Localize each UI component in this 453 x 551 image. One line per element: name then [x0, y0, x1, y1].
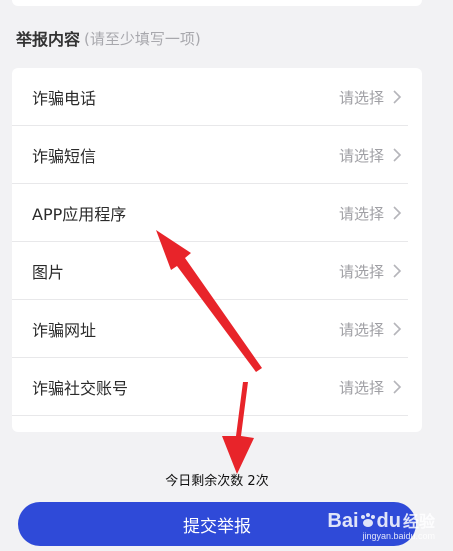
list-item-image[interactable]: 图片 请选择	[12, 242, 422, 300]
list-item-scam-phone[interactable]: 诈骗电话 请选择	[12, 68, 422, 126]
row-select-value: 请选择	[338, 320, 384, 339]
row-label: APP应用程序	[32, 205, 127, 224]
chevron-right-icon	[393, 380, 402, 394]
watermark-brand-mark: du	[376, 510, 401, 532]
section-hint: (请至少填写一项)	[84, 29, 201, 48]
watermark-brand: Bai	[327, 510, 359, 532]
paw-icon	[360, 513, 375, 527]
row-label: 诈骗短信	[32, 147, 97, 166]
previous-card	[12, 0, 422, 6]
section-title: 举报内容	[16, 30, 81, 49]
row-label: 诈骗社交账号	[32, 379, 129, 398]
chevron-right-icon	[393, 206, 402, 220]
chevron-right-icon	[393, 148, 402, 162]
list-item-social-account[interactable]: 诈骗社交账号 请选择	[12, 358, 422, 416]
report-content-header: 举报内容 (请至少填写一项)	[16, 26, 201, 50]
list-item-scam-sms[interactable]: 诈骗短信 请选择	[12, 126, 422, 184]
row-select-value: 请选择	[338, 88, 384, 107]
chevron-right-icon	[393, 322, 402, 336]
chevron-right-icon	[393, 264, 402, 278]
row-select-value: 请选择	[338, 378, 384, 397]
list-item-scam-url[interactable]: 诈骗网址 请选择	[12, 300, 422, 358]
report-item-list: 诈骗电话 请选择 诈骗短信 请选择 APP应用程序 请选择 图片 请选择 诈骗网…	[12, 68, 422, 432]
row-select-value: 请选择	[338, 204, 384, 223]
list-item-app[interactable]: APP应用程序 请选择	[12, 184, 422, 242]
row-select-value: 请选择	[338, 146, 384, 165]
row-select-value: 请选择	[338, 262, 384, 281]
watermark-sub: 经验	[402, 512, 435, 531]
chevron-right-icon	[393, 90, 402, 104]
row-label: 图片	[32, 263, 65, 282]
remaining-count-text: 今日剩余次数 2次	[165, 474, 269, 489]
row-label: 诈骗网址	[32, 321, 97, 340]
row-label: 诈骗电话	[32, 89, 97, 108]
baidu-jingyan-watermark: Bai du 经验 jingyan.baidu.com	[327, 508, 435, 541]
